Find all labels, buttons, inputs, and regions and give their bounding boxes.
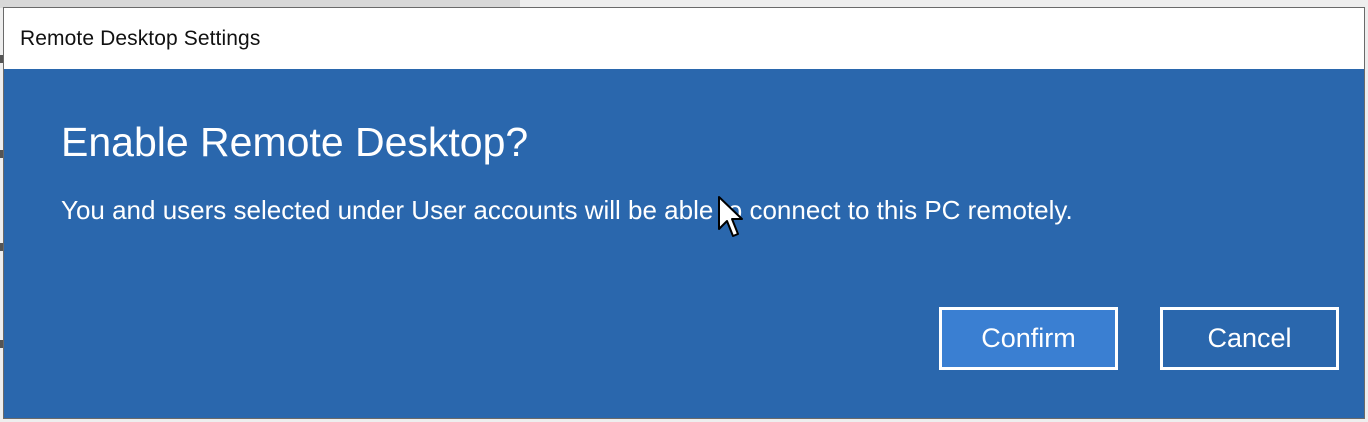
cancel-button[interactable]: Cancel xyxy=(1160,307,1339,370)
remote-desktop-dialog-window: Remote Desktop Settings Enable Remote De… xyxy=(3,7,1365,419)
dialog-message: You and users selected under User accoun… xyxy=(61,195,1073,225)
window-title: Remote Desktop Settings xyxy=(20,27,261,50)
mouse-pointer-icon xyxy=(718,196,743,237)
confirm-button[interactable]: Confirm xyxy=(939,307,1118,370)
dialog-content: Enable Remote Desktop? You and users sel… xyxy=(4,69,1364,418)
dialog-heading: Enable Remote Desktop? xyxy=(61,119,529,165)
window-titlebar[interactable]: Remote Desktop Settings xyxy=(4,8,1364,69)
